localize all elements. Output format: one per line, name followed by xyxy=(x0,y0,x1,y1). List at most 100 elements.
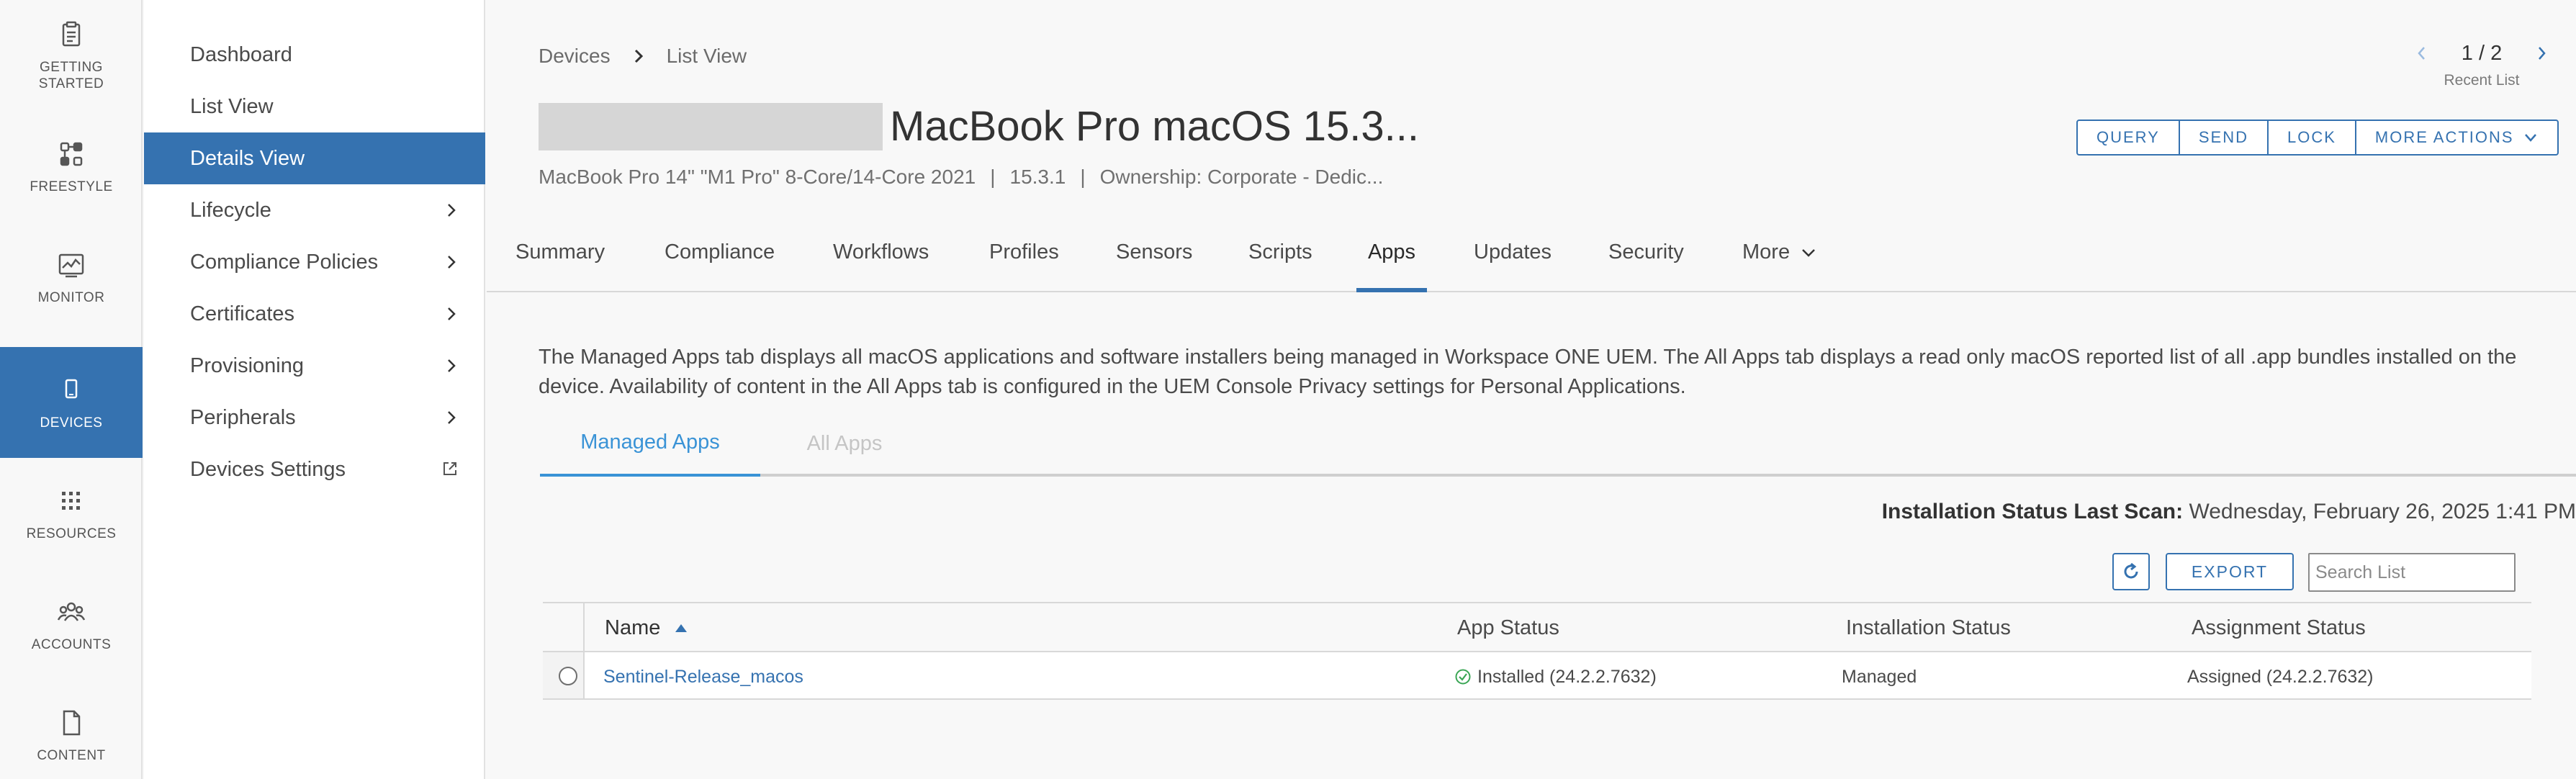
column-app-status[interactable]: App Status xyxy=(1457,616,1559,640)
freestyle-icon xyxy=(60,142,83,166)
primary-nav-rail: GETTING STARTED FREESTYLE MONITOR DEVICE… xyxy=(0,0,143,779)
rail-item-freestyle[interactable]: FREESTYLE xyxy=(0,111,143,222)
chevron-right-icon xyxy=(448,411,456,424)
apps-description: The Managed Apps tab displays all macOS … xyxy=(539,346,2517,398)
rail-item-monitor[interactable]: MONITOR xyxy=(0,222,143,333)
subnav-item-label: List View xyxy=(190,94,274,118)
breadcrumb-list-view-link[interactable]: List View xyxy=(667,45,747,68)
device-subtitle: MacBook Pro 14" "M1 Pro" 8-Core/14-Core … xyxy=(539,166,1384,188)
chevron-right-icon xyxy=(448,204,456,217)
table-row[interactable]: Sentinel-Release_macos Installed (24.2.2… xyxy=(543,652,2531,700)
tab-compliance[interactable]: Compliance xyxy=(665,240,775,292)
subnav-item-label: Lifecycle xyxy=(190,198,271,222)
column-name[interactable]: Name xyxy=(605,616,689,640)
subnav-item-label: Peripherals xyxy=(190,405,296,429)
chevron-right-icon xyxy=(448,359,456,372)
column-assignment-status[interactable]: Assignment Status xyxy=(2192,616,2366,640)
send-label: SEND xyxy=(2198,128,2248,146)
subnav-item-provisioning[interactable]: Provisioning xyxy=(144,340,485,392)
tab-sensors[interactable]: Sensors xyxy=(1116,240,1192,292)
subnav-item-certificates[interactable]: Certificates xyxy=(144,288,485,340)
rail-item-resources[interactable]: RESOURCES xyxy=(0,458,143,569)
rail-item-label: FREESTYLE xyxy=(30,179,113,194)
grid-icon xyxy=(62,491,80,510)
rail-item-getting-started[interactable]: GETTING STARTED xyxy=(0,0,143,111)
subnav-item-list-view[interactable]: List View xyxy=(144,81,485,132)
chevron-right-icon[interactable] xyxy=(2533,45,2550,62)
subnav-item-compliance-policies[interactable]: Compliance Policies xyxy=(144,236,485,288)
subnav-item-details-view[interactable]: Details View xyxy=(144,132,485,184)
chevron-right-icon xyxy=(448,256,456,269)
column-installation-status[interactable]: Installation Status xyxy=(1846,616,2011,640)
device-model: MacBook Pro 14" "M1 Pro" 8-Core/14-Core … xyxy=(539,166,976,188)
document-icon xyxy=(63,710,81,735)
tab-managed-apps[interactable]: Managed Apps xyxy=(540,410,760,477)
tab-updates[interactable]: Updates xyxy=(1474,240,1552,292)
device-tabs: Summary Compliance Workflows Profiles Se… xyxy=(487,228,2576,292)
tab-security[interactable]: Security xyxy=(1608,240,1684,292)
breadcrumb: Devices List View xyxy=(539,45,747,68)
rail-item-devices[interactable]: DEVICES xyxy=(0,347,143,458)
chevron-down-icon xyxy=(1802,249,1815,258)
last-scan-status: Installation Status Last Scan: Wednesday… xyxy=(1882,500,2576,524)
device-details-main: Devices List View 1 / 2 Recent List MacB… xyxy=(487,0,2576,779)
search-list-input[interactable] xyxy=(2308,553,2516,592)
tab-all-apps[interactable]: All Apps xyxy=(763,410,926,477)
tab-more-label: More xyxy=(1742,240,1791,264)
export-button[interactable]: EXPORT xyxy=(2166,553,2294,590)
tab-apps[interactable]: Apps xyxy=(1356,240,1427,292)
devices-subnav: Dashboard List View Details View Lifecyc… xyxy=(144,0,485,779)
app-name-link[interactable]: Sentinel-Release_macos xyxy=(603,667,803,688)
tab-workflows[interactable]: Workflows xyxy=(833,240,929,292)
refresh-icon xyxy=(2124,562,2138,579)
subnav-item-dashboard[interactable]: Dashboard xyxy=(144,29,485,81)
chevron-right-icon xyxy=(634,49,643,63)
query-button[interactable]: QUERY xyxy=(2078,121,2180,154)
chevron-right-icon xyxy=(448,307,456,320)
more-actions-label: MORE ACTIONS xyxy=(2374,128,2514,146)
tab-summary[interactable]: Summary xyxy=(515,240,605,292)
send-button[interactable]: SEND xyxy=(2180,121,2269,154)
rail-item-content[interactable]: CONTENT xyxy=(0,680,143,779)
column-name-label: Name xyxy=(605,616,661,639)
subnav-item-label: Details View xyxy=(190,146,305,170)
last-scan-value: Wednesday, February 26, 2025 1:41 PM xyxy=(2189,500,2576,523)
device-title-row: MacBook Pro macOS 15.3... xyxy=(539,102,1419,150)
accounts-icon xyxy=(57,602,86,621)
subnav-item-lifecycle[interactable]: Lifecycle xyxy=(144,184,485,236)
tab-profiles[interactable]: Profiles xyxy=(989,240,1059,292)
subnav-item-label: Certificates xyxy=(190,302,295,325)
tab-more[interactable]: More xyxy=(1742,240,1817,292)
page-title: MacBook Pro macOS 15.3... xyxy=(890,103,1419,150)
rail-item-accounts[interactable]: ACCOUNTS xyxy=(0,569,143,680)
last-scan-label: Installation Status Last Scan: xyxy=(1881,500,2184,523)
subnav-item-label: Dashboard xyxy=(190,42,292,66)
recent-list-pager: 1 / 2 Recent List xyxy=(2413,40,2550,98)
subnav-item-label: Provisioning xyxy=(190,354,304,377)
refresh-button[interactable] xyxy=(2112,553,2150,590)
device-icon xyxy=(65,379,78,398)
rail-item-label: CONTENT xyxy=(37,747,106,763)
monitor-icon xyxy=(58,253,84,277)
subnav-item-devices-settings[interactable]: Devices Settings xyxy=(144,443,485,495)
rail-item-label: ACCOUNTS xyxy=(31,636,112,652)
check-circle-icon xyxy=(1455,669,1471,685)
more-actions-button[interactable]: MORE ACTIONS xyxy=(2356,121,2557,154)
installation-status-cell: Managed xyxy=(1842,667,1917,687)
rail-item-label: DEVICES xyxy=(40,415,103,431)
query-label: QUERY xyxy=(2097,128,2160,146)
lock-button[interactable]: LOCK xyxy=(2269,121,2356,154)
subnav-item-peripherals[interactable]: Peripherals xyxy=(144,392,485,443)
row-radio-button[interactable] xyxy=(559,667,577,685)
managed-apps-table: Name App Status Installation Status Assi… xyxy=(543,602,2531,700)
redacted-device-name xyxy=(539,102,883,150)
chevron-down-icon xyxy=(2524,134,2536,142)
app-status-cell: Installed (24.2.2.7632) xyxy=(1454,667,1657,688)
sort-ascending-icon xyxy=(675,624,688,633)
pager-count: 1 / 2 xyxy=(2461,42,2503,65)
rail-item-label: GETTING STARTED xyxy=(38,60,104,91)
tab-scripts[interactable]: Scripts xyxy=(1248,240,1312,292)
table-header: Name App Status Installation Status Assi… xyxy=(543,602,2531,652)
breadcrumb-devices-link[interactable]: Devices xyxy=(539,45,611,68)
subnav-item-label: Compliance Policies xyxy=(190,250,379,274)
